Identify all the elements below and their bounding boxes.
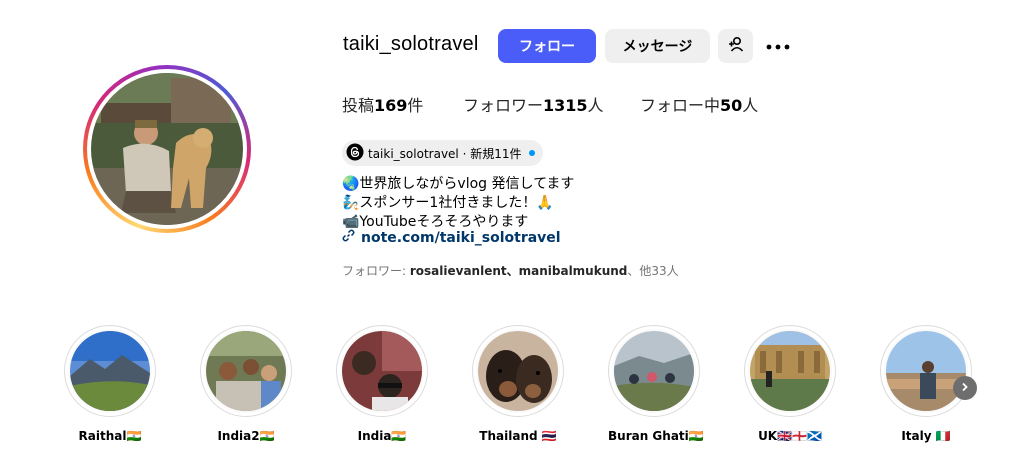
highlight-cover — [478, 331, 558, 411]
threads-new-dot — [529, 150, 536, 156]
threads-icon — [346, 143, 364, 164]
highlight-cover — [206, 331, 286, 411]
bio-link[interactable]: note.com/taiki_solotravel — [342, 229, 561, 246]
threads-badge[interactable]: taiki_solotravel · 新規11件 — [342, 140, 544, 166]
username: taiki_solotravel — [343, 33, 479, 55]
followed-by-note[interactable]: フォロワー: rosalievanlent、manibalmukund、他33人 — [342, 262, 679, 279]
more-options-button[interactable] — [764, 32, 792, 60]
highlight-india2[interactable]: India2🇮🇳 — [200, 325, 292, 443]
threads-badge-text: taiki_solotravel · 新規11件 — [368, 146, 522, 161]
more-options-icon — [766, 37, 790, 55]
bio-link-text: note.com/taiki_solotravel — [361, 229, 561, 246]
highlight-cover — [342, 331, 422, 411]
link-icon — [342, 229, 355, 246]
suggested-accounts-button[interactable] — [718, 29, 753, 63]
following-count[interactable]: フォロー中50人 — [640, 92, 758, 116]
highlights-next-button[interactable] — [953, 376, 977, 400]
highlight-raithal[interactable]: Raithal🇮🇳 — [64, 325, 156, 443]
highlight-cover — [750, 331, 830, 411]
highlight-label: Thailand 🇹🇭 — [479, 429, 557, 443]
add-user-icon — [727, 35, 745, 57]
highlight-label: India2🇮🇳 — [217, 429, 275, 443]
highlight-buran-ghati[interactable]: Buran Ghati🇮🇳 — [608, 325, 704, 443]
highlight-label: Italy 🇮🇹 — [901, 429, 951, 443]
bio-line-3: 📹YouTubeそろそろやります — [342, 214, 529, 230]
highlight-cover — [886, 331, 966, 411]
bio-line-2: 🧞スポンサー1社付きました！🙏 — [342, 195, 554, 211]
profile-avatar[interactable] — [83, 65, 251, 233]
highlight-thailand[interactable]: Thailand 🇹🇭 — [472, 325, 564, 443]
highlight-label: UK🇬🇧🏴󠁧󠁢󠁥󠁮󠁧󠁿🏴󠁧󠁢󠁳󠁣󠁴󠁿 — [758, 429, 822, 443]
highlight-label: Raithal🇮🇳 — [78, 429, 142, 443]
follow-button[interactable]: フォロー — [498, 29, 596, 63]
highlight-cover — [614, 331, 694, 411]
bio-line-1: 🌏世界旅しながらvlog 発信してます — [342, 176, 575, 192]
chevron-right-icon — [960, 379, 970, 397]
followers-count[interactable]: フォロワー1315人 — [463, 92, 604, 116]
posts-count: 投稿169件 — [342, 96, 424, 115]
highlight-uk[interactable]: UK🇬🇧🏴󠁧󠁢󠁥󠁮󠁧󠁿🏴󠁧󠁢󠁳󠁣󠁴󠁿 — [744, 325, 836, 443]
highlight-cover — [70, 331, 150, 411]
highlight-india[interactable]: India🇮🇳 — [336, 325, 428, 443]
message-button[interactable]: メッセージ — [605, 29, 710, 63]
avatar-photo — [91, 73, 243, 225]
highlight-label: Buran Ghati🇮🇳 — [608, 429, 704, 443]
highlight-label: India🇮🇳 — [357, 429, 407, 443]
